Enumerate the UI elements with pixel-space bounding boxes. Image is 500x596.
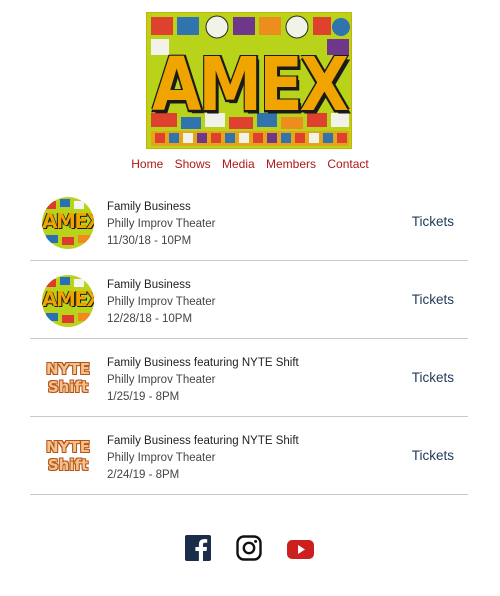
nav-shows[interactable]: Shows [175, 157, 211, 171]
show-date: 12/28/18 - 10PM [107, 313, 193, 325]
nav-home[interactable]: Home [131, 157, 163, 171]
show-venue: Philly Improv Theater [107, 296, 216, 308]
show-title: Family Business featuring NYTE Shift [107, 435, 299, 447]
show-row: AMEX Family Business Philly Improv Theat… [30, 261, 468, 339]
thumb-shift-text: Shift [47, 456, 89, 474]
show-date: 2/24/19 - 8PM [107, 469, 180, 481]
show-date: 1/25/19 - 8PM [107, 391, 180, 403]
youtube-icon[interactable] [287, 540, 314, 564]
show-info: Family Business featuring NYTE Shift Phi… [107, 355, 299, 406]
tickets-link[interactable]: Tickets [412, 292, 454, 307]
nav-members[interactable]: Members [266, 157, 316, 171]
thumb-shift-text: Shift [47, 378, 89, 396]
show-info: Family Business Philly Improv Theater 12… [107, 277, 215, 328]
thumb-nyte-text: NYTE [46, 438, 90, 456]
thumb-nyte-text: NYTE [46, 360, 90, 378]
site-logo[interactable]: AMEX [146, 12, 352, 149]
show-title: Family Business [107, 201, 191, 213]
show-title: Family Business [107, 279, 191, 291]
show-title: Family Business featuring NYTE Shift [107, 357, 299, 369]
logo-text: AMEX [151, 43, 349, 129]
tickets-link[interactable]: Tickets [412, 214, 454, 229]
thumb-logo-text: AMEX [42, 287, 94, 311]
show-row: NYTE Shift Family Business featuring NYT… [30, 339, 468, 417]
show-venue: Philly Improv Theater [107, 452, 216, 464]
tickets-link[interactable]: Tickets [412, 448, 454, 463]
nav-media[interactable]: Media [222, 157, 255, 171]
show-info: Family Business Philly Improv Theater 11… [107, 199, 215, 250]
show-thumbnail-nyte-shift: NYTE Shift [42, 353, 94, 405]
nav-contact[interactable]: Contact [327, 157, 368, 171]
facebook-icon[interactable] [185, 535, 211, 566]
show-thumbnail-amex: AMEX [42, 275, 94, 327]
show-date: 11/30/18 - 10PM [107, 235, 192, 247]
tickets-link[interactable]: Tickets [412, 370, 454, 385]
thumb-logo-text: AMEX [42, 209, 94, 233]
show-row: AMEX Family Business Philly Improv Theat… [30, 183, 468, 261]
show-thumbnail-nyte-shift: NYTE Shift [42, 431, 94, 483]
show-thumbnail-amex: AMEX [42, 197, 94, 249]
shows-list: AMEX Family Business Philly Improv Theat… [30, 183, 468, 495]
instagram-icon[interactable] [236, 535, 262, 566]
show-info: Family Business featuring NYTE Shift Phi… [107, 433, 299, 484]
show-row: NYTE Shift Family Business featuring NYT… [30, 417, 468, 495]
show-venue: Philly Improv Theater [107, 218, 216, 230]
social-links [0, 535, 500, 565]
main-nav: Home Shows Media Members Contact [0, 156, 500, 172]
show-venue: Philly Improv Theater [107, 374, 216, 386]
